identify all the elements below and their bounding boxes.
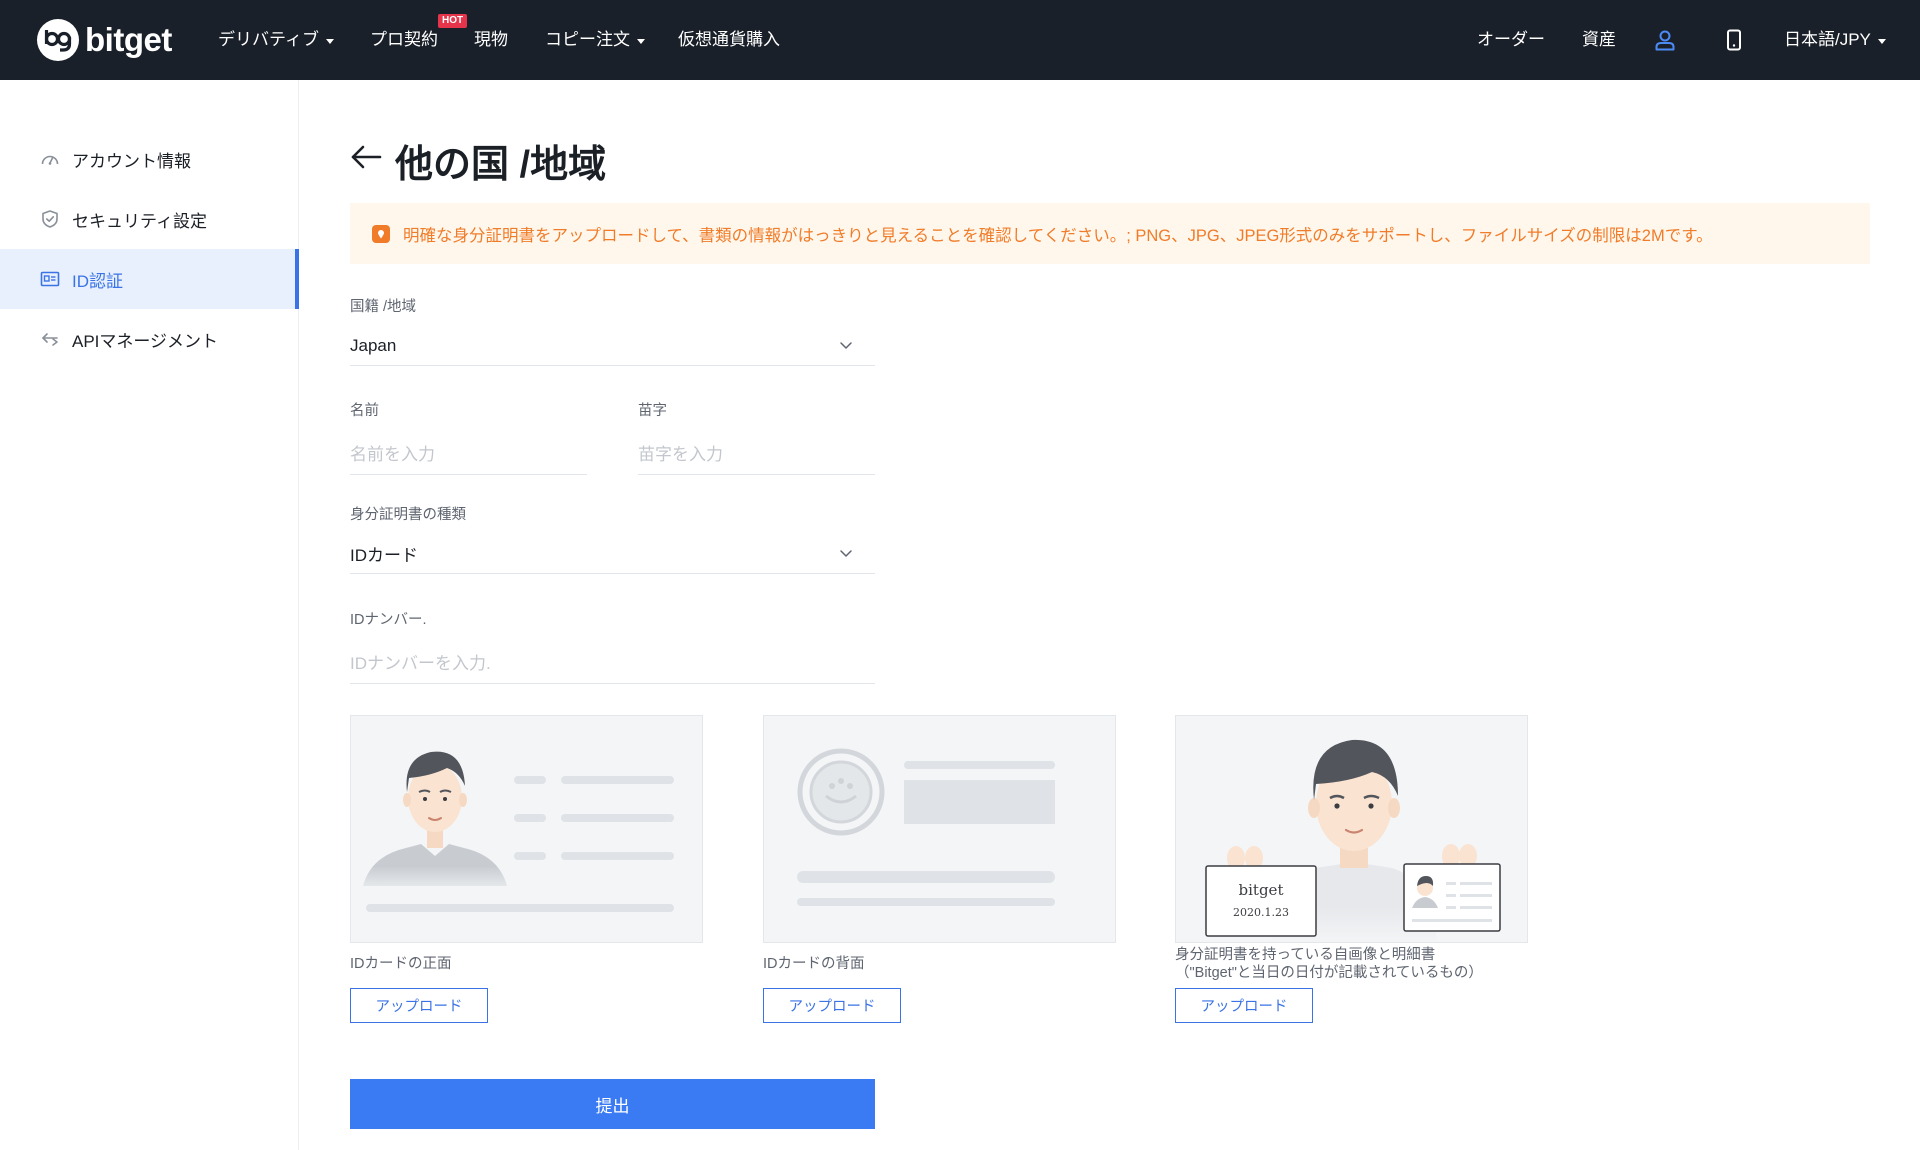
id-number-field[interactable] [350, 644, 875, 684]
chevron-down-icon [840, 550, 852, 557]
nav-assets[interactable]: 資産 [1582, 27, 1616, 53]
id-front-illustration [363, 751, 674, 912]
bitget-logo-icon [37, 19, 79, 61]
sidebar-item-account-info[interactable]: アカウント情報 [0, 129, 299, 189]
id-card-icon [40, 269, 60, 289]
nav-buy-crypto-label: 仮想通貨購入 [678, 30, 780, 49]
document-type-select[interactable]: IDカード [350, 534, 875, 574]
submit-button[interactable]: 提出 [350, 1079, 875, 1129]
selfie-sign-date: 2020.1.23 [1233, 906, 1289, 919]
sidebar-item-security[interactable]: セキュリティ設定 [0, 189, 299, 249]
nationality-label: 国籍 /地域 [350, 299, 417, 315]
language-selector[interactable]: 日本語/JPY [1784, 27, 1886, 53]
caret-down-icon [1877, 38, 1886, 44]
id-back-illustration [797, 748, 1055, 906]
nationality-select[interactable]: Japan [350, 326, 875, 366]
id-number-label: IDナンバー. [350, 612, 427, 628]
id-back-caption: IDカードの背面 [763, 956, 865, 972]
last-name-label: 苗字 [638, 403, 667, 419]
chevron-down-icon [840, 342, 852, 349]
id-front-sample-card [350, 715, 703, 943]
page-title: 他の国 /地域 [395, 144, 607, 186]
last-name-input[interactable] [638, 444, 875, 465]
nationality-value: Japan [350, 335, 397, 355]
selfie-illustration: bitget 2020.1.23 [1205, 739, 1501, 942]
nav-derivatives-label: デリバティブ [218, 30, 319, 49]
nav-copy-trade-label: コピー注文 [545, 30, 630, 49]
nav-pro-contract-label: プロ契約 [370, 30, 438, 49]
language-label: 日本語/JPY [1784, 30, 1871, 49]
mobile-phone-icon[interactable] [1718, 24, 1750, 56]
document-type-value: IDカード [350, 546, 418, 565]
nav-buy-crypto[interactable]: 仮想通貨購入 [678, 27, 780, 53]
selfie-sign-title: bitget [1239, 881, 1284, 899]
nav-copy-trade[interactable]: コピー注文 [545, 27, 645, 53]
id-number-input[interactable] [350, 653, 875, 674]
back-arrow-icon[interactable] [350, 143, 382, 171]
hot-badge: HOT [438, 14, 468, 28]
id-back-sample-card [763, 715, 1116, 943]
dashboard-icon [40, 149, 60, 169]
sidebar-item-label: アカウント情報 [72, 151, 191, 171]
nav-derivatives[interactable]: デリバティブ [218, 27, 334, 53]
api-icon [40, 329, 60, 349]
sidebar-item-id-verification[interactable]: ID認証 [0, 249, 299, 309]
nav-pro-contract[interactable]: プロ契約 [370, 27, 438, 53]
first-name-label: 名前 [350, 403, 379, 419]
sidebar: アカウント情報 セキュリティ設定 ID認証 APIマネージメント [0, 80, 299, 1150]
logo-text: bitget [85, 21, 172, 58]
upload-notice-banner: 明確な身分証明書をアップロードして、書類の情報がはっきりと見えることを確認してく… [350, 203, 1870, 264]
notice-text: 明確な身分証明書をアップロードして、書類の情報がはっきりと見えることを確認してく… [403, 226, 1713, 245]
top-navigation-bar: bitget デリバティブ プロ契約 HOT 現物 コピー注文 仮想通貨購入 オ… [0, 0, 1920, 80]
nav-orders-label: オーダー [1477, 30, 1545, 49]
first-name-input[interactable] [350, 444, 587, 465]
sidebar-item-api-management[interactable]: APIマネージメント [0, 309, 299, 369]
notice-icon [372, 224, 390, 243]
user-icon[interactable] [1649, 24, 1681, 56]
last-name-field[interactable] [638, 435, 875, 475]
upload-id-back-button[interactable]: アップロード [763, 988, 901, 1023]
selfie-caption: 身分証明書を持っている自画像と明細書（"Bitget"と当日の日付が記載されてい… [1175, 947, 1483, 981]
caret-down-icon [325, 38, 334, 44]
upload-selfie-button[interactable]: アップロード [1175, 988, 1313, 1023]
nav-assets-label: 資産 [1582, 30, 1616, 49]
nav-orders[interactable]: オーダー [1477, 27, 1545, 53]
nav-spot[interactable]: 現物 [474, 27, 508, 53]
upload-id-front-button[interactable]: アップロード [350, 988, 488, 1023]
shield-icon [40, 209, 60, 229]
sidebar-item-label: APIマネージメント [72, 331, 219, 351]
nav-spot-label: 現物 [474, 30, 508, 49]
bitget-logo[interactable]: bitget [37, 18, 172, 62]
caret-down-icon [637, 38, 645, 44]
document-type-label: 身分証明書の種類 [350, 507, 466, 523]
id-front-caption: IDカードの正面 [350, 956, 452, 972]
first-name-field[interactable] [350, 435, 587, 475]
sidebar-item-label: セキュリティ設定 [72, 211, 207, 231]
sidebar-item-label: ID認証 [72, 271, 123, 291]
selfie-sample-card: bitget 2020.1.23 [1175, 715, 1528, 943]
